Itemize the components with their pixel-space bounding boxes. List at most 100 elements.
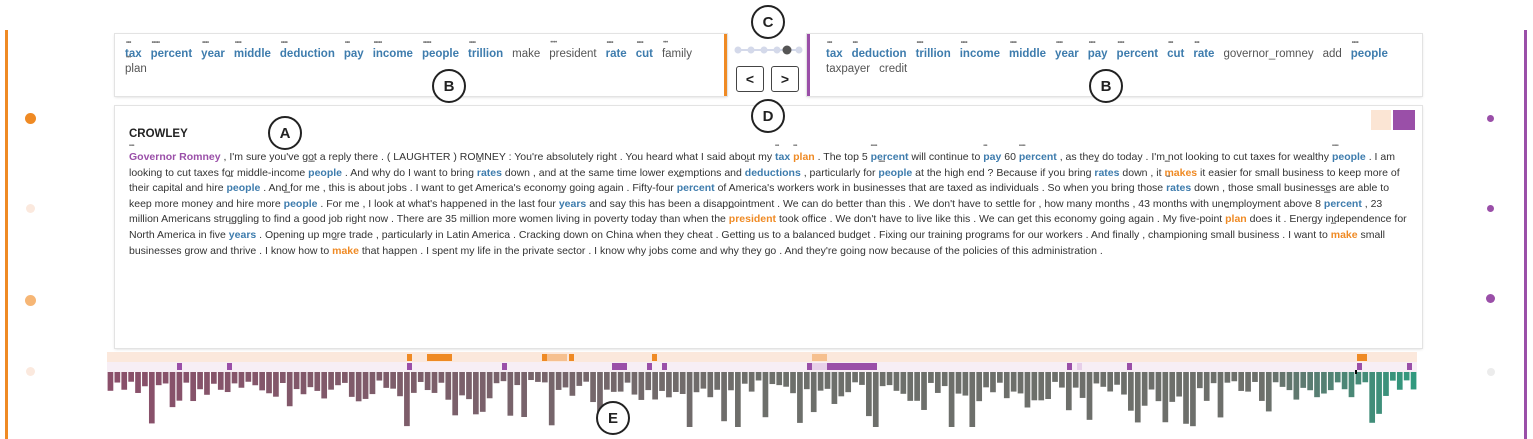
highlighted-keyword[interactable]: ••••• people [308,159,342,182]
keyword-text: rates [476,166,502,179]
keyword[interactable]: ••• rate [1193,40,1214,62]
highlighted-keyword[interactable]: ••••• percent [677,175,715,197]
highlighted-keyword[interactable]: ••• rates [1166,175,1192,197]
frequency-dots: •••• [1056,40,1063,46]
highlighted-keyword[interactable]: ••• pay [983,144,1001,166]
highlighted-keyword[interactable]: ••• rates [476,159,502,182]
frequency-dots: ••••• [373,40,383,46]
frequency-dots: ••••• [1323,189,1331,196]
keyword[interactable]: ••••• income [373,40,413,62]
highlighted-keyword[interactable]: ••••• people [226,175,260,197]
keyword[interactable]: •••• deduction [280,40,335,62]
keyword[interactable]: ••• family [662,40,692,62]
overview-bar [376,372,383,381]
frequency-dots: •••• [228,220,235,227]
frequency-dots: •••• [280,40,288,46]
transcript-segment: . For me , I look at what's happened in … [317,197,559,210]
overview-bar [355,372,362,402]
keyword[interactable]: •••• cut [636,40,653,62]
overview-bar [748,372,755,392]
keyword[interactable]: •••• trillion [468,40,503,62]
keyword-label: plan [125,63,147,75]
left-marker-dot[interactable] [26,367,35,376]
transcript-segment: of America's workers work in businesses … [714,182,1167,195]
highlighted-keyword[interactable]: ••••• percent [1019,144,1057,166]
keyword[interactable]: •••• year [201,40,225,62]
highlighted-keyword[interactable]: •••• make [332,237,359,260]
left-keyword-panel: ••• tax ••••• percent •••• year •••• middle ••••… [115,34,727,96]
speaker-b-marker [1407,363,1412,370]
highlighted-keyword[interactable]: •••• years [559,190,586,213]
overview-bar [679,372,686,394]
timeline-slider[interactable] [733,43,803,57]
right-marker-dot[interactable] [1487,205,1494,212]
right-marker-dot[interactable] [1487,368,1495,376]
speaker-b-marker [862,363,867,370]
overview-bar [1265,372,1272,412]
highlighted-keyword[interactable]: ••• deductions [745,159,801,182]
overview-bar [1259,372,1265,401]
keyword[interactable]: •••• middle [1009,40,1046,62]
highlighted-keyword[interactable]: ••••• people [1332,144,1366,166]
keyword[interactable]: •••• percent [1117,40,1159,62]
keyword[interactable]: •••• trillion [916,40,951,62]
keyword[interactable]: •••• income [960,40,1000,62]
overview-timeline[interactable] [107,352,1417,428]
highlighted-keyword[interactable]: ••• plan [793,144,815,166]
keyword[interactable]: ••• pay [344,40,364,62]
prev-button[interactable]: < [736,66,764,92]
frequency-dots: ••• [827,40,832,46]
keyword-label: deduction [851,48,907,60]
left-marker-dot[interactable] [26,204,35,213]
keyword[interactable]: •••• rate [606,40,627,62]
highlighted-keyword[interactable]: ••• tax [775,144,790,166]
overview-bar [231,372,238,384]
keyword[interactable]: ••• tax [826,40,843,62]
highlighted-keyword[interactable]: •••• make [1331,221,1358,244]
keyword[interactable]: credit [879,62,907,77]
keyword[interactable]: governor_romney [1223,47,1313,62]
keyword[interactable]: ••• plan [125,55,147,77]
overview-bar [1279,372,1286,387]
right-marker-dot[interactable] [1487,115,1494,122]
transcript-text: •••• Governor Romney , I'm sure you've go… [129,144,1409,260]
left-marker-dot[interactable] [25,295,36,306]
frequency-dots: ••• [126,40,131,46]
overview-bar [755,372,762,381]
transcript-segment: 60 [1001,151,1019,163]
keyword[interactable]: •••• president [549,40,597,62]
keyword[interactable]: ••• cut [1167,40,1184,62]
keyword[interactable]: •••• people [1351,40,1388,62]
speaker-a-marker [442,354,447,361]
highlighted-keyword[interactable]: ••• plan [1225,206,1247,228]
highlighted-keyword[interactable]: ••••• people [878,159,912,182]
transcript-segment: will continue to [908,151,984,163]
overview-bar [1017,372,1024,394]
speaker-a-marker [447,354,452,361]
keyword-label: president [549,48,597,60]
highlighted-keyword[interactable]: •••• president [729,206,776,228]
keyword[interactable]: make [512,47,540,62]
frequency-dots: •••• [558,189,565,196]
overview-bar [486,372,493,399]
keyword[interactable]: ••••• people [422,40,459,62]
keyword[interactable]: •••• pay [1088,40,1108,62]
highlighted-keyword[interactable]: •••• Governor Romney [129,144,221,166]
next-button[interactable]: > [771,66,799,92]
frequency-dots: •••• [202,40,209,46]
keyword[interactable]: •••• year [1055,40,1079,62]
left-marker-dot[interactable] [25,113,36,124]
keyword-text: rates [1166,182,1192,195]
overview-bar [128,372,134,382]
right-marker-dot[interactable] [1486,294,1495,303]
keyword[interactable]: ••• deduction [851,40,907,62]
highlighted-keyword[interactable]: ••••• percent [1324,190,1362,213]
highlighted-keyword[interactable]: ••• rates [1094,159,1119,182]
highlighted-keyword[interactable]: ••••• people [284,190,318,213]
keyword[interactable]: taxpayer [826,62,870,77]
highlighted-keyword[interactable]: ••••• percent [871,144,909,166]
keyword[interactable]: •••• middle [234,40,271,62]
keyword[interactable]: add [1323,47,1342,62]
highlighted-keyword[interactable]: •••• years [229,221,256,244]
keyword[interactable]: ••••• percent [151,40,193,62]
